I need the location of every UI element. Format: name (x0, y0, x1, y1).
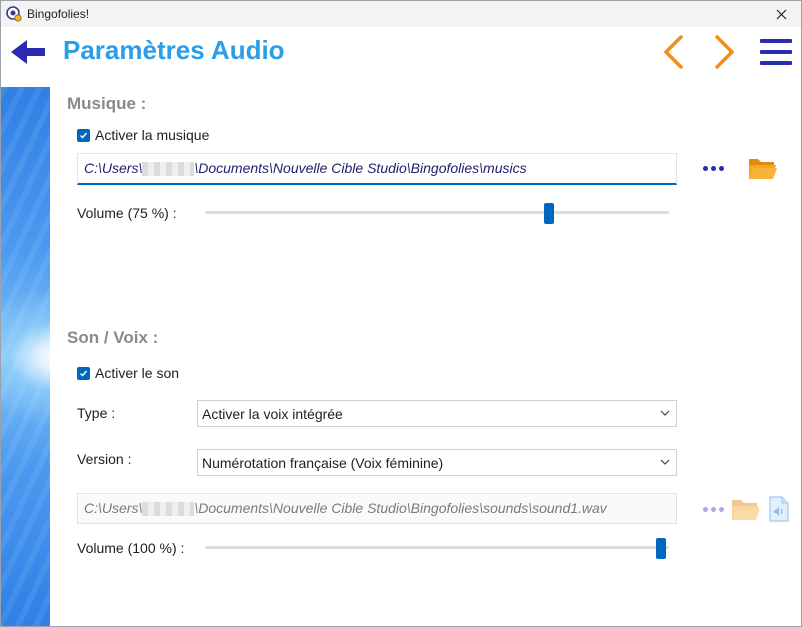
sound-volume-thumb[interactable] (656, 538, 666, 559)
next-button[interactable] (711, 34, 739, 70)
checkbox-checked-icon (77, 128, 90, 142)
hamburger-menu-icon (760, 39, 792, 65)
sound-path-prefix: C:\Users\ (84, 500, 143, 516)
type-select-value: Activer la voix intégrée (202, 406, 343, 422)
sound-browse-more-button (699, 498, 727, 520)
audio-file-icon (769, 496, 789, 522)
chevron-right-icon (715, 35, 734, 69)
type-select[interactable]: Activer la voix intégrée (197, 400, 677, 427)
title-bar: Bingofolies! (1, 1, 801, 27)
chevron-left-icon (664, 35, 683, 69)
music-browse-more-button[interactable] (699, 157, 727, 179)
music-enable-checkbox[interactable]: Activer la musique (77, 127, 209, 143)
redacted-username (142, 502, 195, 517)
page-title: Paramètres Audio (63, 35, 285, 65)
version-select[interactable]: Numérotation française (Voix féminine) (197, 449, 677, 476)
sound-volume-slider[interactable] (205, 538, 669, 559)
music-open-folder-button[interactable] (746, 153, 780, 183)
app-window: Bingofolies! Paramètres Audio Musique: … (0, 0, 802, 627)
checkbox-checked-icon (77, 366, 90, 380)
decorative-side-stripe (1, 87, 50, 626)
redacted-username (142, 162, 195, 177)
version-label: Version : (77, 451, 132, 467)
version-select-value: Numérotation française (Voix féminine) (202, 455, 444, 471)
more-dots-icon (702, 506, 724, 512)
type-label: Type : (77, 405, 116, 421)
music-folder-input[interactable]: C:\Users\ \Documents\Nouvelle Cible Studi… (77, 153, 677, 185)
music-volume-label: Volume (75 %) : (77, 205, 177, 221)
folder-open-icon (749, 159, 777, 179)
close-icon (776, 9, 786, 19)
menu-button[interactable] (757, 36, 795, 68)
sound-enable-checkbox[interactable]: Activer le son (77, 365, 179, 381)
chevron-down-icon (660, 459, 670, 465)
sound-volume-label: Volume (100 %) : (77, 540, 185, 556)
music-volume-thumb[interactable] (544, 203, 554, 224)
sound-path-suffix: \Documents\Nouvelle Cible Studio\Bingofo… (194, 500, 607, 516)
music-enable-label: Activer la musique (95, 127, 210, 143)
folder-open-icon (732, 500, 760, 520)
previous-button[interactable] (659, 34, 687, 70)
sound-open-folder-button (729, 495, 763, 523)
more-dots-icon (702, 165, 724, 171)
music-volume-slider[interactable] (205, 203, 669, 224)
music-path-suffix: \Documents\Nouvelle Cible Studio\Bingofo… (194, 160, 527, 176)
sound-play-file-button (766, 494, 792, 524)
back-button[interactable] (7, 35, 47, 69)
music-path-prefix: C:\Users\ (84, 160, 143, 176)
window-title: Bingofolies! (27, 7, 90, 21)
sound-file-input: C:\Users\ \Documents\Nouvelle Cible Studi… (77, 493, 677, 524)
chevron-down-icon (660, 410, 670, 416)
sound-section-title: Son / Voix : (67, 328, 159, 347)
close-button[interactable] (761, 1, 801, 27)
app-logo-icon (6, 6, 22, 22)
arrow-left-icon (11, 40, 45, 64)
sound-enable-label: Activer le son (95, 365, 180, 381)
music-section-title: Musique : (67, 94, 147, 113)
